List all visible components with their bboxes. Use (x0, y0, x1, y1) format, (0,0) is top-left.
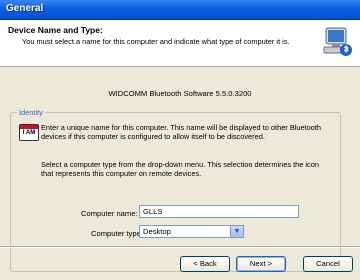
name-badge-icon: I AM (19, 124, 39, 141)
name-instructions: Enter a unique name for this computer. T… (41, 123, 322, 141)
computer-type-label: Computer type: (91, 229, 143, 238)
identity-legend: Identity (17, 108, 45, 117)
header-subtitle: You must select a name for this computer… (22, 37, 290, 46)
next-button[interactable]: Next > (236, 256, 286, 272)
wizard-header: Device Name and Type: You must select a … (0, 20, 360, 67)
window-title: General (6, 3, 44, 14)
back-button[interactable]: < Back (180, 256, 230, 272)
header-title: Device Name and Type: (8, 25, 103, 35)
cancel-button[interactable]: Cancel (303, 256, 353, 272)
type-instructions: Select a computer type from the drop-dow… (41, 160, 319, 178)
wizard-content: WIDCOMM Bluetooth Software 5.5.0.3200 Id… (0, 67, 360, 272)
computer-type-select[interactable]: Desktop ▼ (139, 225, 244, 238)
footer-divider-highlight (0, 247, 360, 248)
computer-name-label: Computer name: (81, 209, 138, 218)
title-bar: General (0, 0, 360, 20)
computer-type-value: Desktop (143, 227, 171, 236)
identity-group: Identity I AM Enter a unique name for th… (10, 108, 341, 272)
software-version: WIDCOMM Bluetooth Software 5.5.0.3200 (108, 89, 252, 98)
computer-name-input[interactable] (139, 205, 299, 218)
chevron-down-icon[interactable]: ▼ (230, 226, 243, 237)
computer-bluetooth-icon (323, 27, 352, 56)
badge-text: I AM (22, 130, 36, 136)
